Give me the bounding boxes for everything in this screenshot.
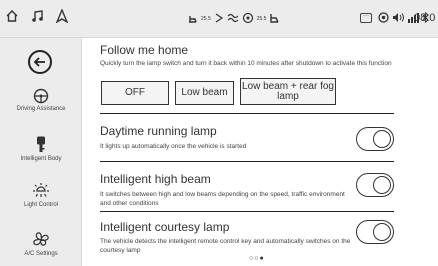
volume-icon: [392, 12, 405, 26]
seat-heating-icon: [269, 12, 280, 27]
daytime-running-lamp-title: Daytime running lamp: [100, 124, 217, 138]
sun-light-icon: [33, 183, 49, 197]
toggle-knob: [373, 223, 391, 241]
daytime-running-lamp-description: It lights up automatically once the vehi…: [100, 143, 247, 150]
divider: [100, 113, 394, 114]
sidebar-item-intelligent-body[interactable]: Intelligent Body: [0, 136, 82, 163]
key-icon: [37, 136, 45, 152]
intelligent-high-beam-title: Intelligent high beam: [100, 172, 211, 186]
at-sign-icon: [378, 12, 389, 26]
fan-mode-icon: [214, 12, 224, 27]
right-temperature: 25.5: [256, 16, 267, 22]
sidebar-item-label: Intelligent Body: [20, 156, 62, 162]
fan-icon: [33, 232, 49, 246]
intelligent-courtesy-lamp-toggle[interactable]: [356, 220, 394, 244]
intelligent-courtesy-lamp-title: Intelligent courtesy lamp: [100, 220, 230, 234]
climate-status[interactable]: 25.5 25.5: [187, 11, 280, 27]
settings-panel: Follow me home Quickly turn the lamp swi…: [100, 38, 438, 266]
follow-me-home-description: Quickly turn the lamp switch and turn it…: [100, 60, 392, 67]
follow-me-home-low-beam-rear-fog-button[interactable]: Low beam + rear fog lamp: [240, 78, 336, 105]
sidebar-item-ac-settings[interactable]: A/C Settings: [0, 231, 82, 258]
steering-wheel-icon: [33, 88, 49, 104]
airflow-icon: [227, 12, 239, 27]
intelligent-high-beam-toggle[interactable]: [356, 173, 394, 197]
fan-icon: [242, 12, 254, 27]
divider: [100, 161, 394, 162]
music-note-icon[interactable]: [31, 9, 45, 28]
left-temperature: 25.5: [201, 16, 211, 22]
status-bar: 25.5 25.5 ··· 08:0: [0, 0, 438, 38]
sidebar-item-light-control[interactable]: Light Control: [0, 182, 82, 209]
page-indicator: ○○●: [249, 255, 265, 262]
toggle-knob: [373, 176, 391, 194]
sidebar-item-label: A/C Settings: [24, 251, 58, 257]
seat-heating-icon: [187, 12, 198, 27]
sidebar-item-label: Driving Assistance: [16, 106, 66, 112]
message-icon[interactable]: ···: [360, 13, 372, 23]
sidebar-item-label: Light Control: [23, 202, 59, 208]
home-icon[interactable]: [5, 9, 19, 28]
back-button[interactable]: [28, 50, 52, 74]
toggle-knob: [373, 130, 391, 148]
follow-me-home-low-beam-button[interactable]: Low beam: [175, 81, 234, 105]
intelligent-high-beam-description: It switches between high and low beams d…: [100, 191, 345, 207]
follow-me-home-title: Follow me home: [100, 43, 189, 57]
follow-me-home-off-button[interactable]: OFF: [101, 81, 169, 105]
sidebar: Driving Assistance Intelligent Body Ligh…: [0, 38, 82, 266]
sidebar-item-driving-assistance[interactable]: Driving Assistance: [0, 88, 82, 113]
navigation-icon[interactable]: [55, 8, 69, 28]
daytime-running-lamp-toggle[interactable]: [356, 127, 394, 151]
arrow-left-icon: [33, 57, 45, 67]
divider: [100, 211, 394, 212]
intelligent-courtesy-lamp-description: The vehicle detects the intelligent remo…: [100, 238, 351, 254]
clock: 08:0: [414, 12, 436, 24]
